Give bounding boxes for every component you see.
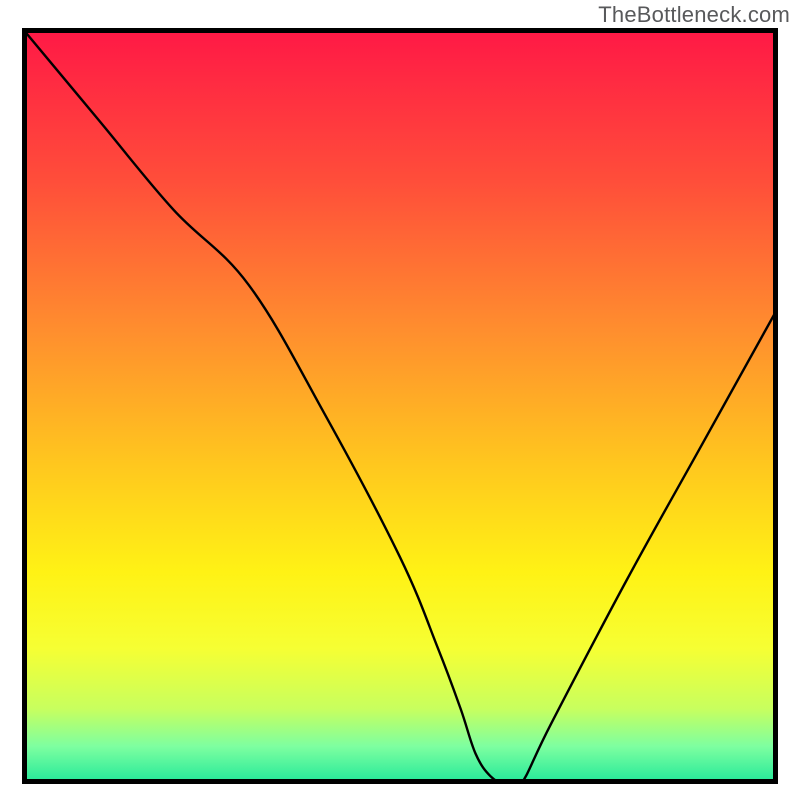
bottleneck-chart-svg [22, 28, 778, 784]
plot-area [22, 28, 778, 784]
gradient-background [22, 28, 778, 784]
chart-frame: TheBottleneck.com [0, 0, 800, 800]
attribution-text: TheBottleneck.com [598, 2, 790, 28]
